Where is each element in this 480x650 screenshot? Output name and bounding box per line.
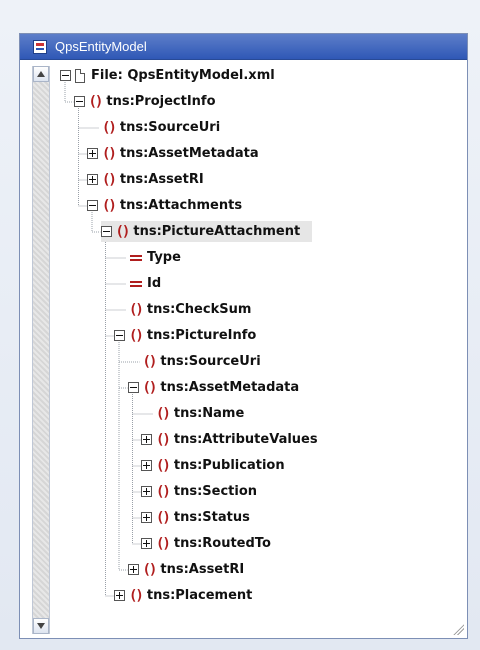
expand-toggle-icon[interactable] (87, 174, 98, 185)
tree-node[interactable]: () tns:PictureInfo (114, 325, 256, 346)
curly-braces-icon: () (102, 171, 117, 188)
collapse-toggle-icon[interactable] (73, 96, 85, 107)
tree-node-label: tns:CheckSum (146, 302, 252, 317)
schema-component-window[interactable]: QpsEntityModel File: QpsEntityModel.xml(… (19, 33, 468, 639)
curly-braces-icon: () (102, 119, 117, 136)
tree-node[interactable]: () tns:SourceUri (87, 117, 220, 138)
tree-node-label: Type (147, 250, 181, 265)
collapse-toggle-icon[interactable] (60, 70, 71, 81)
curly-braces-icon: () (129, 587, 144, 604)
tree-node-label: tns:Publication (173, 458, 285, 473)
tree-node-label: tns:Attachments (119, 198, 243, 213)
curly-braces-icon: () (102, 145, 117, 162)
tree-node-label: tns:PictureInfo (146, 328, 257, 343)
tree-node-label: tns:ProjectInfo (106, 94, 216, 109)
curly-braces-icon: () (115, 223, 131, 240)
tree-node-label: tns:AssetMetadata (119, 146, 259, 161)
expand-toggle-icon[interactable] (141, 486, 152, 497)
tree-node[interactable]: () tns:Status (141, 507, 250, 528)
page: QpsEntityModel File: QpsEntityModel.xml(… (0, 0, 480, 650)
tree-node[interactable]: () tns:Name (141, 403, 244, 424)
expand-toggle-icon[interactable] (141, 434, 152, 445)
tree-node[interactable]: () tns:AssetRI (127, 559, 245, 580)
tree-node[interactable]: () tns:AttributeValues (141, 429, 318, 450)
tree-node[interactable]: () tns:CheckSum (114, 299, 251, 320)
collapse-toggle-icon[interactable] (87, 200, 98, 211)
tree-node-label: tns:AssetRI (160, 562, 245, 577)
collapse-toggle-icon[interactable] (100, 226, 112, 237)
tree-node-label: tns:SourceUri (119, 120, 221, 135)
expand-toggle-icon[interactable] (87, 148, 98, 159)
expand-toggle-icon[interactable] (141, 460, 152, 471)
tree-node[interactable]: File: QpsEntityModel.xml (60, 65, 275, 86)
equals-icon (129, 279, 143, 289)
collapse-toggle-icon[interactable] (114, 330, 125, 341)
collapse-toggle-icon[interactable] (127, 382, 139, 393)
curly-braces-icon: () (156, 535, 171, 552)
tree-node-selected[interactable]: () tns:PictureAttachment (100, 221, 313, 242)
curly-braces-icon: () (156, 483, 171, 500)
tree-node-label: tns:RoutedTo (173, 536, 271, 551)
tree-node-label: File: QpsEntityModel.xml (91, 68, 275, 83)
tree-node[interactable]: Id (114, 273, 161, 294)
tree-node-label: tns:Name (173, 406, 245, 421)
tree-node[interactable]: () tns:RoutedTo (141, 533, 271, 554)
curly-braces-icon: () (142, 561, 158, 578)
tree-node-label: Id (147, 276, 162, 291)
tree-node[interactable]: () tns:AssetRI (87, 169, 204, 190)
curly-braces-icon: () (129, 301, 144, 318)
expand-toggle-icon[interactable] (114, 590, 125, 601)
expand-toggle-icon[interactable] (141, 538, 152, 549)
tree-node-label: tns:AssetRI (119, 172, 204, 187)
curly-braces-icon: () (156, 405, 171, 422)
tree-node[interactable]: () tns:Section (141, 481, 257, 502)
tree-node[interactable]: Type (114, 247, 181, 268)
curly-braces-icon: () (129, 327, 144, 344)
tree-node-label: tns:PictureAttachment (133, 224, 301, 239)
curly-braces-icon: () (88, 93, 104, 110)
tree-node[interactable]: () tns:Placement (114, 585, 252, 606)
curly-braces-icon: () (156, 509, 171, 526)
tree-node[interactable]: () tns:ProjectInfo (73, 91, 216, 112)
tree-node[interactable]: () tns:AssetMetadata (87, 143, 259, 164)
tree-node-label: tns:Placement (146, 588, 253, 603)
tree-node-label: tns:Status (173, 510, 250, 525)
curly-braces-icon: () (156, 431, 171, 448)
tree-node[interactable]: () tns:Attachments (87, 195, 242, 216)
tree-node-label: tns:AttributeValues (173, 432, 318, 447)
tree-node-label: tns:AssetMetadata (160, 380, 300, 395)
curly-braces-icon: () (156, 457, 171, 474)
tree-node-label: tns:SourceUri (160, 354, 261, 369)
curly-braces-icon: () (102, 197, 117, 214)
tree-node-label: tns:Section (173, 484, 258, 499)
tree-node[interactable]: () tns:SourceUri (128, 351, 261, 372)
tree-node[interactable]: () tns:Publication (141, 455, 285, 476)
expand-toggle-icon[interactable] (141, 512, 152, 523)
curly-braces-icon: () (142, 353, 158, 370)
file-icon (75, 68, 85, 83)
curly-braces-icon: () (142, 379, 158, 396)
equals-icon (129, 253, 143, 263)
tree-node[interactable]: () tns:AssetMetadata (127, 377, 300, 398)
expand-toggle-icon[interactable] (127, 564, 139, 575)
